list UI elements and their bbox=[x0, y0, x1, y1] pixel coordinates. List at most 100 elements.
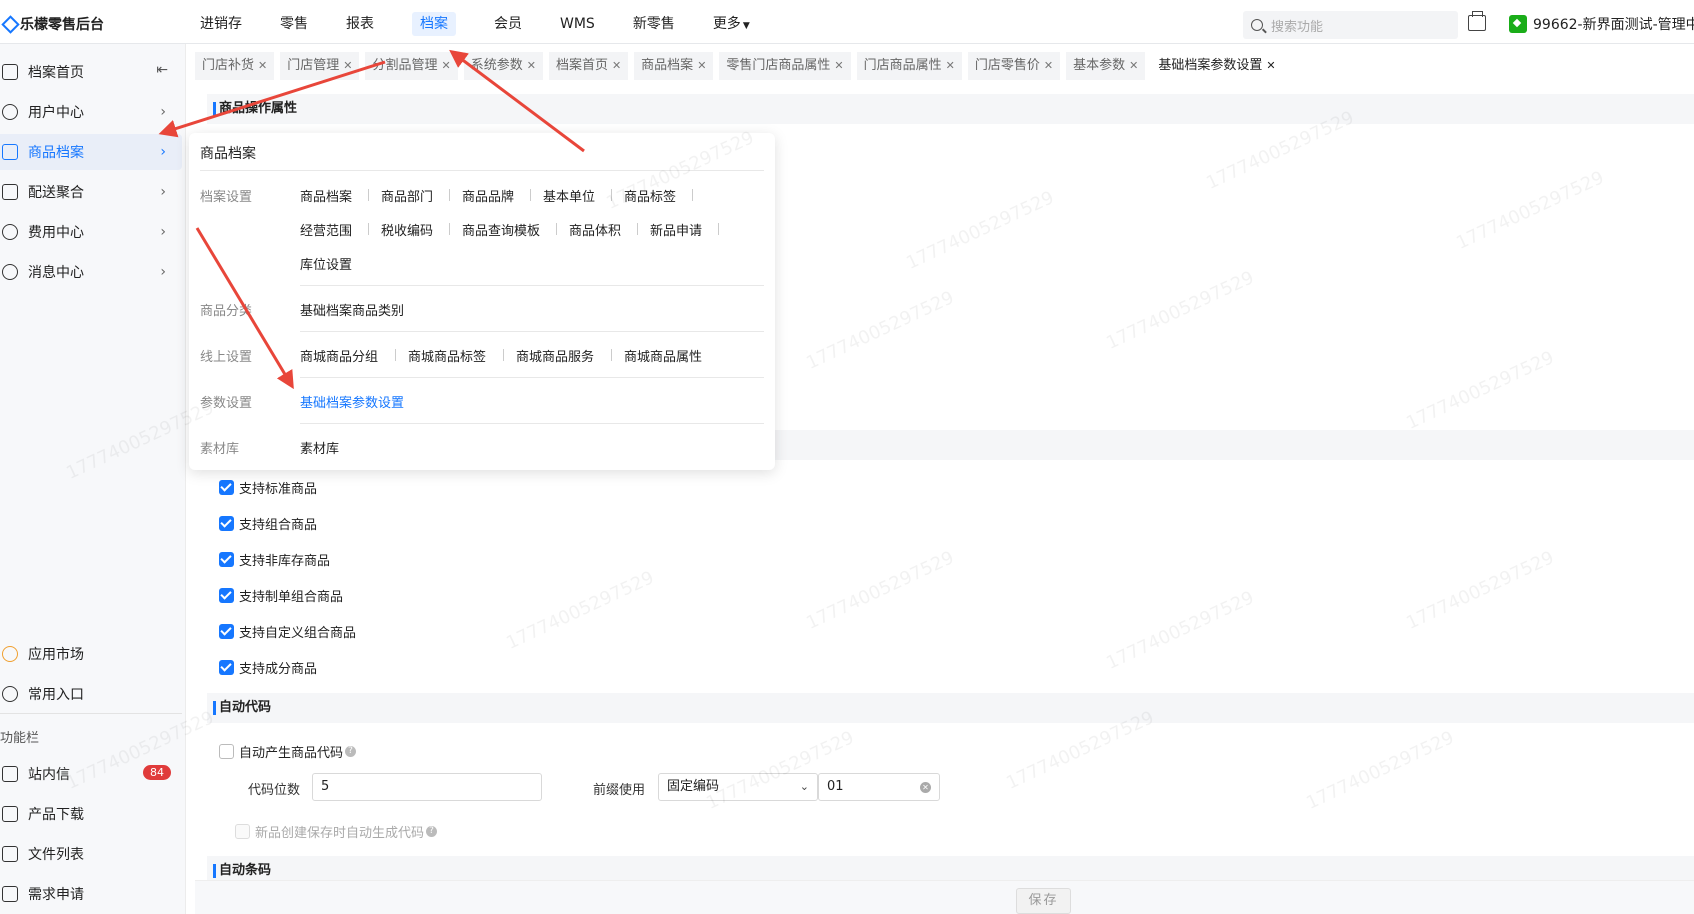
tab-system-params[interactable]: 系统参数 ✕ bbox=[463, 52, 543, 80]
sidebar-item-archive-home[interactable]: 档案首页 ⇤ bbox=[0, 54, 182, 90]
app-market-icon bbox=[2, 646, 18, 662]
topnav-item-archive[interactable]: 档案 bbox=[402, 0, 466, 44]
close-icon[interactable]: ✕ bbox=[834, 59, 843, 72]
sidebar-item-fee-center[interactable]: 费用中心 › bbox=[0, 214, 182, 250]
close-icon[interactable]: ✕ bbox=[258, 59, 267, 72]
checkbox-order-combo[interactable]: 支持制单组合商品 bbox=[219, 586, 343, 605]
save-button[interactable]: 保存 bbox=[1016, 888, 1071, 914]
close-icon[interactable]: ✕ bbox=[946, 59, 955, 72]
link-product-department[interactable]: 商品部门 bbox=[381, 186, 433, 205]
checkbox-checked[interactable] bbox=[219, 588, 234, 603]
link-product-brand[interactable]: 商品品牌 bbox=[462, 186, 514, 205]
printer-icon[interactable] bbox=[1468, 11, 1486, 31]
link-product-archive[interactable]: 商品档案 bbox=[300, 186, 352, 205]
link-mall-tag[interactable]: 商城商品标签 bbox=[408, 346, 486, 365]
separator bbox=[449, 223, 450, 235]
checkbox-ingredient[interactable]: 支持成分商品 bbox=[219, 658, 317, 677]
checkbox-checked[interactable] bbox=[219, 516, 234, 531]
app-logo[interactable]: 乐檬零售后台 bbox=[2, 14, 104, 34]
close-icon[interactable]: ✕ bbox=[1266, 59, 1275, 72]
close-icon[interactable]: ✕ bbox=[343, 59, 352, 72]
checkbox-standard[interactable]: 支持标准商品 bbox=[219, 478, 317, 497]
tab-store-product-attr[interactable]: 门店商品属性 ✕ bbox=[856, 52, 962, 80]
separator bbox=[611, 189, 612, 201]
sidebar-item-message-center[interactable]: 消息中心 › bbox=[0, 254, 182, 290]
clear-icon[interactable]: ✕ bbox=[920, 782, 931, 793]
link-tax-code[interactable]: 税收编码 bbox=[381, 220, 433, 239]
sidebar-item-file-list[interactable]: 文件列表 bbox=[0, 836, 182, 872]
close-icon[interactable]: ✕ bbox=[697, 59, 706, 72]
product-icon bbox=[2, 144, 18, 160]
close-icon[interactable]: ✕ bbox=[441, 59, 450, 72]
sidebar-item-favorites[interactable]: 常用入口 bbox=[0, 676, 182, 712]
checkbox-checked[interactable] bbox=[219, 624, 234, 639]
checkbox-auto-generate-code[interactable]: 自动产生商品代码 ? bbox=[219, 742, 357, 761]
tab-archive-param-settings[interactable]: 基础档案参数设置 ✕ bbox=[1151, 52, 1283, 80]
group-material: 素材库 bbox=[200, 442, 240, 457]
sidebar-item-user-center[interactable]: 用户中心 › bbox=[0, 94, 182, 130]
link-mall-group[interactable]: 商城商品分组 bbox=[300, 346, 378, 365]
prefix-select[interactable]: 固定编码 ⌄ bbox=[658, 773, 818, 801]
store-label: 99662-新界面测试-管理中 bbox=[1533, 17, 1694, 33]
close-icon[interactable]: ✕ bbox=[1044, 59, 1053, 72]
caret-down-icon: ▼ bbox=[742, 21, 750, 31]
close-icon[interactable]: ✕ bbox=[612, 59, 621, 72]
link-location-settings[interactable]: 库位设置 bbox=[300, 254, 352, 273]
checkbox-combo[interactable]: 支持组合商品 bbox=[219, 514, 317, 533]
tab-split-product[interactable]: 分割品管理 ✕ bbox=[365, 52, 458, 80]
code-digits-input[interactable]: 5 bbox=[312, 773, 542, 801]
sidebar-item-inbox[interactable]: 站内信 84 bbox=[0, 756, 182, 792]
link-basic-unit[interactable]: 基本单位 bbox=[543, 186, 595, 205]
collapse-sidebar-icon[interactable]: ⇤ bbox=[156, 62, 168, 78]
link-product-tag[interactable]: 商品标签 bbox=[624, 186, 676, 205]
help-icon[interactable]: ? bbox=[345, 746, 357, 757]
close-icon[interactable]: ✕ bbox=[527, 59, 536, 72]
checkbox-checked[interactable] bbox=[219, 552, 234, 567]
topnav-item-retail[interactable]: 零售 bbox=[270, 0, 318, 44]
topnav-item-new-retail[interactable]: 新零售 bbox=[623, 0, 685, 44]
help-icon[interactable]: ? bbox=[426, 826, 438, 837]
checkbox-new-item-auto-code[interactable]: 新品创建保存时自动生成代码 ? bbox=[235, 822, 438, 841]
link-new-product-request[interactable]: 新品申请 bbox=[650, 220, 702, 239]
sidebar-item-product-archive[interactable]: 商品档案 › bbox=[0, 134, 182, 170]
tab-store-manage[interactable]: 门店管理 ✕ bbox=[280, 52, 360, 80]
separator bbox=[637, 223, 638, 235]
checkbox-non-stock[interactable]: 支持非库存商品 bbox=[219, 550, 330, 569]
store-selector[interactable]: 99662-新界面测试-管理中 bbox=[1509, 14, 1694, 34]
checkbox-custom-combo[interactable]: 支持自定义组合商品 bbox=[219, 622, 356, 641]
topnav-item-more[interactable]: 更多 ▼ bbox=[703, 0, 760, 44]
topnav-item-jxc[interactable]: 进销存 bbox=[190, 0, 252, 44]
sidebar-item-delivery[interactable]: 配送聚合 › bbox=[0, 174, 182, 210]
tab-basic-params[interactable]: 基本参数 ✕ bbox=[1066, 52, 1146, 80]
link-archive-param-settings[interactable]: 基础档案参数设置 bbox=[300, 392, 404, 411]
link-product-volume[interactable]: 商品体积 bbox=[569, 220, 621, 239]
checkbox-checked[interactable] bbox=[219, 660, 234, 675]
link-product-category[interactable]: 基础档案商品类别 bbox=[300, 300, 404, 319]
tab-retail-store-attr[interactable]: 零售门店商品属性 ✕ bbox=[719, 52, 851, 80]
tab-store-retail-price[interactable]: 门店零售价 ✕ bbox=[967, 52, 1061, 80]
link-query-template[interactable]: 商品查询模板 bbox=[462, 220, 540, 239]
tab-store-replenish[interactable]: 门店补货 ✕ bbox=[195, 52, 275, 80]
separator bbox=[449, 189, 450, 201]
link-mall-attr[interactable]: 商城商品属性 bbox=[624, 346, 702, 365]
topnav-item-wms[interactable]: WMS bbox=[550, 0, 605, 44]
topnav-item-report[interactable]: 报表 bbox=[336, 0, 384, 44]
topnav-item-member[interactable]: 会员 bbox=[484, 0, 532, 44]
sidebar-item-app-market[interactable]: 应用市场 bbox=[0, 636, 182, 672]
checkbox-unchecked[interactable] bbox=[219, 744, 234, 759]
checkbox-checked[interactable] bbox=[219, 480, 234, 495]
download-icon bbox=[2, 806, 18, 822]
search-input[interactable]: 搜索功能 bbox=[1243, 11, 1458, 39]
tab-product-archive[interactable]: 商品档案 ✕ bbox=[634, 52, 714, 80]
tab-archive-home[interactable]: 档案首页 ✕ bbox=[548, 52, 629, 80]
sidebar-item-download[interactable]: 产品下载 bbox=[0, 796, 182, 832]
link-material-library[interactable]: 素材库 bbox=[300, 438, 339, 457]
watermark: 17774005297529 bbox=[903, 187, 1058, 274]
link-business-scope[interactable]: 经营范围 bbox=[300, 220, 352, 239]
prefix-value-input[interactable]: 01 ✕ bbox=[818, 773, 940, 801]
checkbox-disabled[interactable] bbox=[235, 824, 250, 839]
heart-icon bbox=[2, 686, 18, 702]
close-icon[interactable]: ✕ bbox=[1129, 59, 1138, 72]
link-mall-service[interactable]: 商城商品服务 bbox=[516, 346, 594, 365]
sidebar-item-request[interactable]: 需求申请 bbox=[0, 876, 182, 912]
